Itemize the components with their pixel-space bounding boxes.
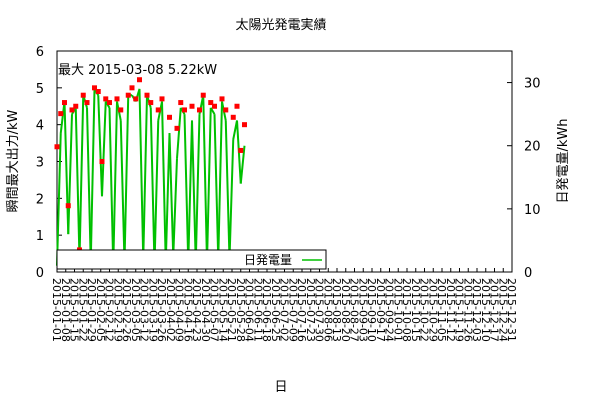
peak-output-point — [80, 92, 86, 98]
daily-energy-segment — [56, 133, 62, 266]
daily-energy-segment — [101, 101, 107, 197]
daily-energy-segment — [78, 95, 85, 260]
max-annotation: 最大 2015-03-08 5.22kW — [58, 63, 217, 78]
peak-output-point — [242, 122, 247, 128]
daily-energy-segment — [168, 133, 175, 257]
peak-output-point — [95, 89, 101, 95]
peak-output-point — [155, 107, 161, 113]
peak-output-point — [223, 107, 229, 113]
peak-output-point — [58, 111, 64, 117]
daily-energy-segment — [202, 95, 208, 263]
peak-output-point — [148, 100, 154, 106]
daily-energy-segment — [176, 107, 182, 159]
daily-energy-segment — [164, 133, 171, 263]
daily-energy-segment — [183, 114, 190, 263]
peak-output-point — [189, 103, 195, 109]
peak-output-point — [219, 96, 225, 102]
peak-output-point — [174, 125, 180, 131]
y-left-tick-label: 1 — [36, 229, 44, 244]
daily-energy-segment — [161, 101, 167, 263]
daily-energy-segment — [112, 101, 118, 266]
y-left-tick-label: 6 — [36, 45, 44, 60]
daily-energy-segment — [191, 120, 197, 263]
daily-energy-segment — [108, 107, 115, 266]
daily-energy-segment — [142, 95, 148, 260]
peak-output-point — [125, 92, 131, 98]
daily-energy-segment — [224, 120, 231, 260]
series-daily-energy — [56, 88, 246, 266]
peak-output-point — [133, 96, 139, 102]
peak-output-point — [144, 92, 150, 98]
daily-energy-segment — [89, 88, 96, 263]
peak-output-point — [118, 107, 124, 113]
peak-output-point — [230, 114, 236, 120]
peak-output-point — [99, 159, 105, 164]
daily-energy-segment — [187, 120, 193, 263]
y-left-label: 瞬間最大出力/kW — [6, 109, 21, 212]
y-left-tick-label: 4 — [36, 119, 44, 134]
peak-output-point — [73, 103, 79, 109]
peak-output-point — [167, 114, 172, 120]
daily-energy-segment — [123, 95, 130, 263]
legend: 日発電量 — [56, 249, 327, 270]
y-left-tick-label: 0 — [36, 266, 44, 281]
y-right-label: 日発電量/kWh — [556, 118, 571, 203]
peak-output-point — [182, 107, 187, 113]
daily-energy-segment — [153, 120, 160, 266]
daily-energy-segment — [172, 158, 178, 257]
y-right-tick-label: 0 — [524, 266, 532, 281]
daily-energy-segment — [213, 114, 220, 260]
peak-output-point — [212, 103, 217, 109]
daily-energy-segment — [228, 139, 235, 260]
x-tick-label: 2015-12-31 — [505, 278, 518, 342]
legend-label: 日発電量 — [244, 253, 292, 267]
y-right-tick-label: 20 — [524, 140, 541, 155]
peak-output-point — [129, 85, 135, 91]
daily-energy-segment — [74, 107, 81, 260]
peak-output-point — [114, 96, 120, 102]
peak-output-point — [54, 144, 60, 150]
daily-energy-segment — [149, 107, 156, 266]
x-axis: 2015-01-012015-01-082015-01-152015-01-22… — [50, 268, 518, 342]
y-left-tick-label: 5 — [36, 82, 44, 97]
y-right-tick-label: 30 — [524, 77, 541, 92]
daily-energy-segment — [67, 114, 73, 235]
daily-energy-segment — [97, 95, 103, 197]
y-left-tick-label: 2 — [36, 192, 44, 207]
daily-energy-segment — [217, 101, 223, 260]
daily-energy-segment — [194, 114, 201, 263]
peak-output-point — [84, 100, 90, 106]
x-axis-label: 日 — [274, 380, 287, 395]
chart-title: 太陽光発電実績 — [235, 17, 326, 33]
chart: 太陽光発電実績 0 1 2 3 4 5 6 0 10 20 30 2015-01-012015-0… — [6, 17, 571, 395]
peak-output-point — [197, 107, 202, 113]
peak-output-point — [65, 203, 71, 209]
peak-output-point — [159, 96, 165, 102]
daily-energy-segment — [86, 107, 92, 263]
y-left-tick-label: 3 — [36, 156, 44, 171]
daily-energy-segment — [138, 88, 145, 260]
peak-output-point — [200, 92, 206, 98]
y-right-tick-label: 10 — [524, 203, 541, 218]
peak-output-point — [238, 147, 244, 153]
peak-output-point — [234, 103, 240, 109]
peak-output-point — [178, 100, 184, 106]
daily-energy-segment — [206, 107, 212, 263]
daily-energy-segment — [63, 101, 70, 235]
peak-output-point — [62, 100, 67, 106]
daily-energy-segment — [119, 120, 126, 263]
peak-output-point — [107, 100, 112, 106]
